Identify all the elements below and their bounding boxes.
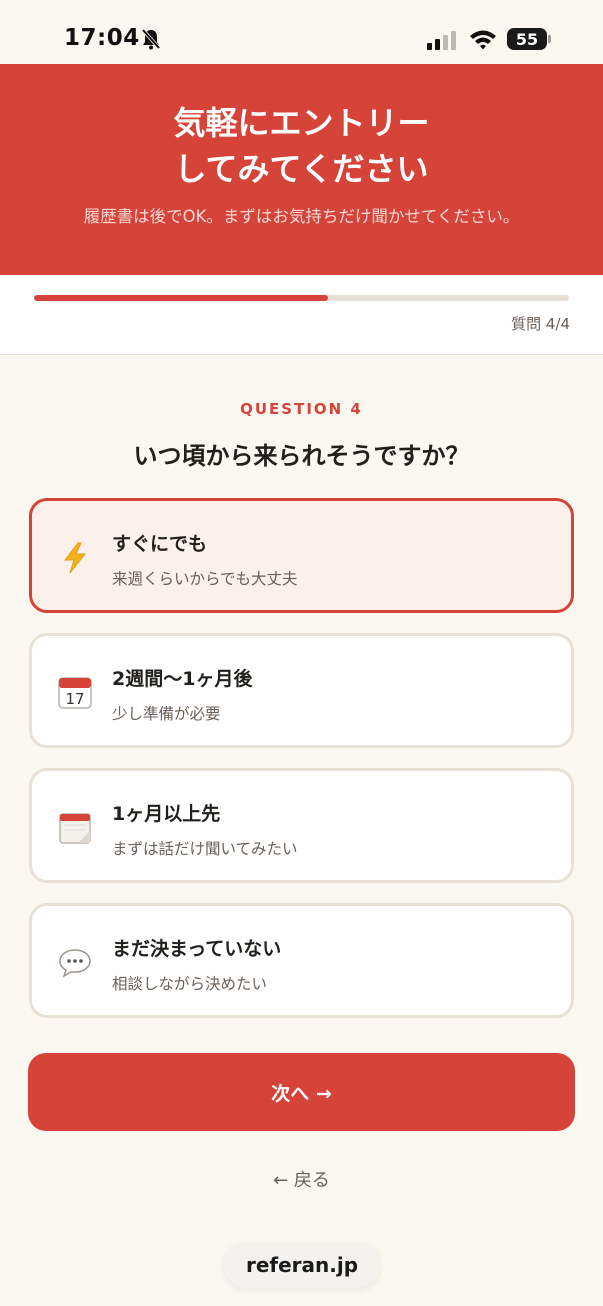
status-time: 17:04 [64,25,140,51]
page-title-line2: してみてください [174,150,429,188]
svg-text:17: 17 [65,690,84,708]
status-bar: 17:04 55 [0,0,603,64]
progress-bar [34,295,569,301]
option-title: 2週間〜1ヶ月後 [112,668,253,690]
option-subtitle: 来週くらいからでも大丈夫 [112,570,298,588]
progress-section: 質問 4/4 [0,275,603,355]
page-title: 気軽にエントリー してみてください [0,100,603,192]
option-two-weeks-to-one-month[interactable]: 17 2週間〜1ヶ月後 少し準備が必要 [29,633,574,748]
tear-off-calendar-icon [58,811,92,845]
browser-url-bar[interactable]: referan.jp [224,1242,380,1288]
header-banner: 気軽にエントリー してみてください 履歴書は後でOK。まずはお気持ちだけ聞かせて… [0,64,603,275]
back-link[interactable]: ← 戻る [0,1166,603,1192]
option-more-than-one-month[interactable]: 1ヶ月以上先 まずは話だけ聞いてみたい [29,768,574,883]
bell-muted-icon [141,28,161,50]
lightning-icon [58,541,92,575]
option-subtitle: 相談しながら決めたい [112,975,268,993]
page-subtitle: 履歴書は後でOK。まずはお気持ちだけ聞かせてください。 [83,207,520,226]
battery-indicator: 55 [507,28,547,50]
speech-bubble-icon [58,946,92,980]
battery-tip [548,35,551,43]
option-subtitle: まずは話だけ聞いてみたい [112,840,298,858]
progress-label: 質問 4/4 [511,315,570,333]
option-subtitle: 少し準備が必要 [112,705,221,723]
question-number: QUESTION 4 [240,400,363,418]
option-title: すぐにでも [112,533,208,555]
wifi-icon [470,30,496,50]
page-title-line1: 気軽にエントリー [173,104,430,142]
option-title: 1ヶ月以上先 [112,803,221,825]
signal-icon [427,31,456,50]
calendar-17-icon: 17 [58,676,92,710]
question-text: いつ頃から来られそうですか？ [133,442,470,470]
option-undecided[interactable]: まだ決まっていない 相談しながら決めたい [29,903,574,1018]
next-button[interactable]: 次へ → [28,1053,575,1131]
progress-fill [34,295,329,301]
option-immediately[interactable]: すぐにでも 来週くらいからでも大丈夫 [29,498,574,613]
option-title: まだ決まっていない [112,938,282,960]
